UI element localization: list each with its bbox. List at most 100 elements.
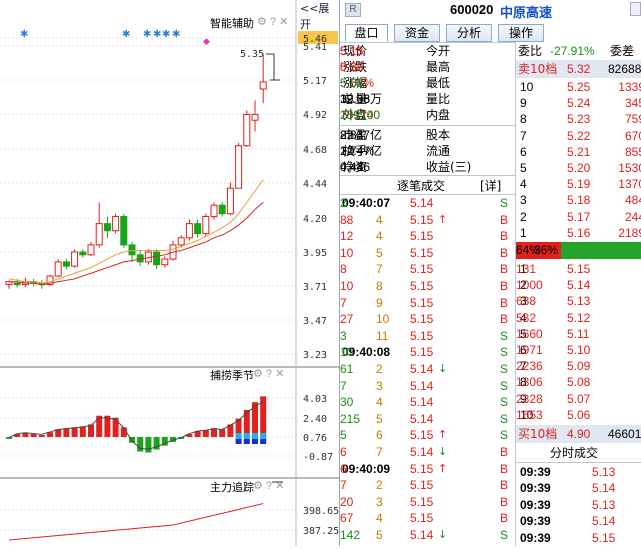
tick-row: 09:40:07 5.14 2 S [340, 195, 515, 211]
tick-row: 5 5.14 ↓ 142 S [340, 527, 515, 543]
tick-volume: 20 [340, 494, 354, 509]
candle-body [226, 187, 234, 215]
kline-chart-svg[interactable]: 5.465.415.174.924.684.444.203.953.713.47… [0, 0, 340, 546]
buy-volume: 1660 [516, 326, 543, 341]
price-tick-label: 3.47 [303, 316, 327, 327]
candle-body [87, 244, 95, 256]
fishing-season-label: 捕捞季节 [210, 369, 254, 382]
season-bar [38, 435, 45, 437]
tick-volume: 7 [340, 295, 347, 310]
buy-sell-ratio-bar: 36% 64% [516, 242, 641, 259]
bot-tools-icons[interactable]: ⚙ ? ✕ [253, 479, 284, 492]
window-button[interactable] [630, 2, 641, 16]
tick-flag: S [500, 395, 509, 410]
order-book: 委比-27.91%委差卖10档5.3282688105.25133995.243… [516, 42, 641, 546]
buy-volume: 2236 [516, 359, 543, 374]
candle-body [103, 223, 111, 232]
quote-block: 现价 5.13 今开 5.15 涨跌 0.27 最高 5.35 涨幅 5.56% 最低 5.08 总量 3… [340, 42, 515, 176]
tick-volume: 10 [340, 345, 354, 360]
candle-body [71, 251, 79, 267]
signal-star-icon: ✱ [162, 29, 170, 40]
buy10-label: 买10档 [518, 427, 558, 441]
timeshare-time: 09:39 [520, 530, 551, 545]
candle-body [202, 216, 210, 235]
tab-pankou[interactable]: 盘口 [345, 24, 388, 42]
track-line [8, 503, 264, 541]
expand-button[interactable]: <<展开 [300, 0, 340, 32]
candle-body [259, 81, 267, 90]
mid-tools-icons[interactable]: ⚙ ? ✕ [253, 367, 284, 380]
sell10-volume: 82688 [608, 62, 641, 76]
tick-row: 2 5.15 7 B [340, 477, 515, 493]
tick-flag: S [500, 528, 509, 542]
candle-body [79, 251, 87, 256]
season-bar [71, 427, 78, 437]
ticks-title: 逐笔成交 [397, 179, 446, 193]
quote-value: 5.15 [340, 44, 364, 58]
timeshare-time: 09:39 [520, 497, 551, 512]
timeshare-time: 09:39 [520, 465, 551, 479]
quote-value: 22.47亿 [340, 144, 383, 158]
tick-flag: S [500, 328, 509, 343]
season-tick-label: -0.87 [303, 452, 333, 463]
price-tick-label: 4.92 [303, 110, 327, 121]
signal-diamond-icon: ◆ [203, 36, 210, 46]
season-bar [112, 417, 119, 437]
season-cyan-bar [235, 433, 242, 439]
buy-volume: 638 [516, 294, 537, 309]
candle-body [251, 114, 259, 121]
candle-body [210, 204, 218, 218]
season-tick-label: 2.40 [303, 414, 327, 425]
peak-note: 5.35 [240, 49, 264, 60]
ratio-right: 64% [516, 243, 541, 257]
sell10-label: 卖10档 [518, 62, 558, 76]
buy10-row: 买10档 4.90 46601 [516, 425, 641, 443]
candle-body [218, 204, 226, 215]
tick-row: 7 5.14 ↓ 6 B [340, 444, 515, 460]
ma10-line [9, 201, 264, 286]
quote-value: 0.436 [340, 160, 371, 174]
tick-volume: 67 [340, 511, 354, 526]
buy-volume: 1306 [516, 375, 543, 390]
season-bar [79, 426, 86, 437]
tick-volume: 30 [340, 395, 354, 410]
price-tick-label: 4.20 [303, 214, 327, 225]
timeshare-title: 分时成交 [550, 446, 599, 460]
candle-body [243, 114, 251, 147]
timeshare-price: 5.14 [592, 481, 616, 496]
tick-flag: B [500, 478, 509, 493]
tick-row: 4 5.15 67 B [340, 510, 515, 526]
candle-body [54, 261, 62, 277]
tab-fenxi[interactable]: 分析 [446, 24, 492, 42]
ma5-line [8, 179, 264, 284]
season-bar [243, 409, 250, 437]
tick-row: 09:40:09 5.15 ↑ 6 B [340, 461, 515, 477]
tick-volume: 215 [340, 411, 361, 426]
sell-volume: 1339 [618, 80, 641, 94]
tick-row: 11 5.15 3 S [340, 328, 515, 344]
tab-caozuo[interactable]: 操作 [498, 24, 544, 42]
season-bar [96, 415, 103, 437]
chart-tools-icons[interactable]: ⚙ ? ✕ [257, 15, 288, 28]
candle-body [112, 216, 120, 232]
quote-value: 12.36 [340, 92, 371, 106]
tab-zijin[interactable]: 资金 [394, 24, 440, 42]
r-badge[interactable]: R [345, 3, 361, 17]
timeshare-price: 5.15 [592, 530, 616, 545]
sell-volume: 759 [624, 112, 641, 127]
tick-row: 10 5.15 27 B [340, 311, 515, 327]
tick-flag: S [500, 196, 509, 210]
ticks-list: 09:40:07 5.14 2 S 4 5.15 ↑ 88 B 4 5.15 12 B 5 5.15 10 B 7… [340, 195, 515, 546]
kline-chart-area[interactable]: 5.46 5.41 5.17 4.92 4.68 4.44 4.20 3.95 3.71 3.47… [0, 0, 340, 546]
tick-row: 8 5.15 10 B [340, 278, 515, 294]
ticks-detail-link[interactable]: [详] [480, 177, 501, 194]
season-bar [137, 437, 144, 452]
buy-volume: 1971 [516, 343, 543, 357]
timeshare-time: 09:39 [520, 481, 551, 496]
candle-body [161, 258, 169, 266]
season-tick-label: 4.03 [303, 394, 327, 405]
timeshare-price: 5.13 [592, 465, 616, 479]
signal-star-icon: ✱ [143, 29, 151, 40]
price-tick-label: 5.17 [303, 76, 327, 87]
signal-star-icon: ✱ [153, 29, 161, 40]
